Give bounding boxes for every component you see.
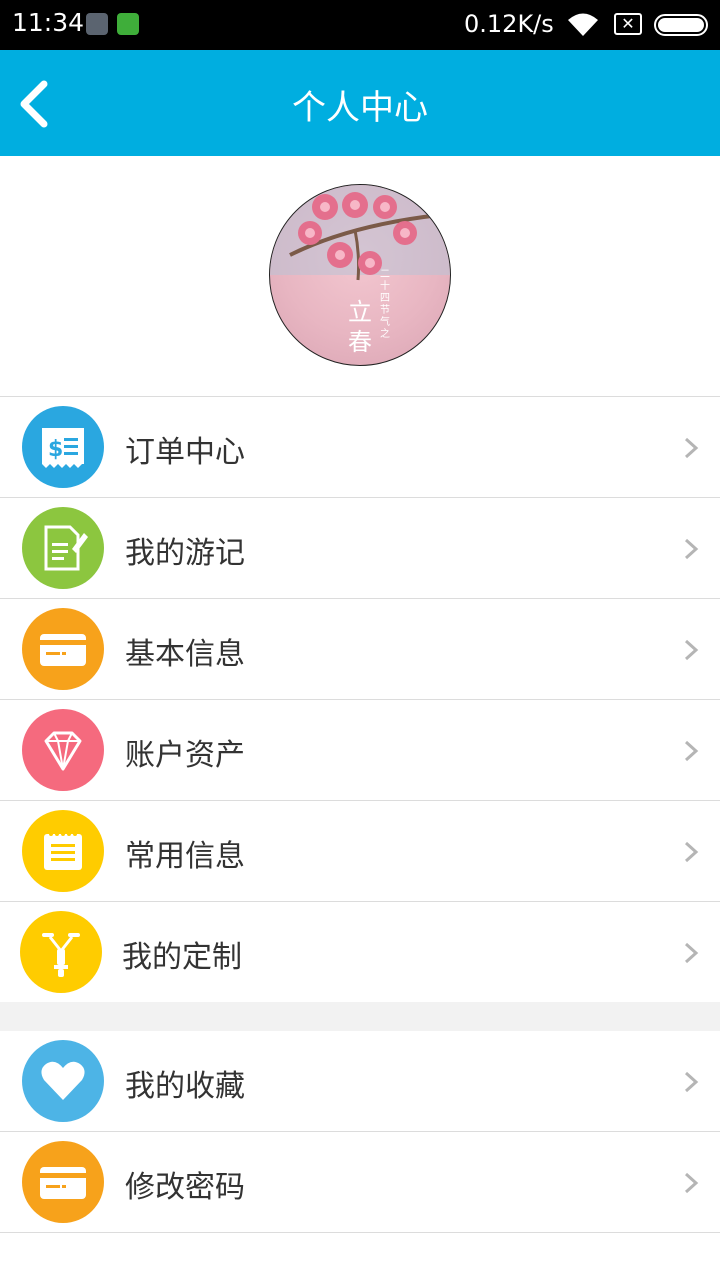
chevron-right-icon [684, 538, 699, 560]
card-icon [22, 1141, 104, 1223]
menu-item-orders[interactable]: $ 订单中心 [0, 397, 720, 498]
chevron-right-icon [684, 1071, 699, 1093]
menu-group-main: $ 订单中心 我的游记 基本信息 账户资产 常用信息 我的定制 [0, 396, 720, 1003]
scooter-icon [20, 911, 102, 993]
chevron-right-icon [684, 437, 699, 459]
menu-item-label: 基本信息 [125, 637, 245, 672]
menu-item-label: 我的游记 [125, 536, 245, 571]
svg-text:$: $ [48, 437, 63, 462]
heart-icon [22, 1040, 104, 1122]
chevron-right-icon [684, 841, 699, 863]
battery-full-icon [654, 14, 708, 36]
menu-item-label: 修改密码 [125, 1170, 245, 1205]
menu-item-label: 账户资产 [125, 738, 245, 773]
avatar-caption-large: 立春 [348, 298, 372, 356]
menu-item-basic-info[interactable]: 基本信息 [0, 599, 720, 700]
diamond-icon [22, 709, 104, 791]
status-bar: 11:34 0.12K/s ✕ [0, 0, 720, 50]
chevron-right-icon [684, 942, 699, 964]
menu-item-common-info[interactable]: 常用信息 [0, 801, 720, 902]
chevron-right-icon [684, 1172, 699, 1194]
page-title: 个人中心 [292, 88, 428, 128]
menu-item-change-password[interactable]: 修改密码 [0, 1132, 720, 1233]
notification-app-icon [86, 13, 108, 35]
notepad-icon [22, 810, 104, 892]
receipt-dollar-icon: $ [22, 406, 104, 488]
avatar-caption-vertical: 二十四节气之 [380, 269, 390, 340]
chevron-right-icon [684, 740, 699, 762]
menu-item-account-assets[interactable]: 账户资产 [0, 700, 720, 801]
menu-item-customization[interactable]: 我的定制 [0, 902, 720, 1003]
avatar[interactable]: 二十四节气之 立春 [269, 184, 451, 366]
menu-item-travel-notes[interactable]: 我的游记 [0, 498, 720, 599]
menu-item-label: 常用信息 [125, 839, 245, 874]
menu-group-secondary: 我的收藏 修改密码 [0, 1031, 720, 1233]
android-app-icon [117, 13, 139, 35]
status-time: 11:34 [12, 8, 85, 37]
menu-item-label: 我的收藏 [125, 1069, 245, 1104]
chevron-right-icon [684, 639, 699, 661]
network-speed: 0.12K/s [464, 10, 554, 38]
section-divider [0, 1002, 720, 1031]
profile-header: 二十四节气之 立春 [0, 156, 720, 396]
wifi-icon [568, 13, 598, 36]
card-icon [22, 608, 104, 690]
document-edit-icon [22, 507, 104, 589]
menu-item-favorites[interactable]: 我的收藏 [0, 1031, 720, 1132]
menu-item-label: 我的定制 [122, 940, 242, 975]
menu-item-label: 订单中心 [125, 435, 245, 470]
sim-blocked-icon: ✕ [614, 13, 642, 35]
header-bar: 个人中心 [0, 50, 720, 156]
